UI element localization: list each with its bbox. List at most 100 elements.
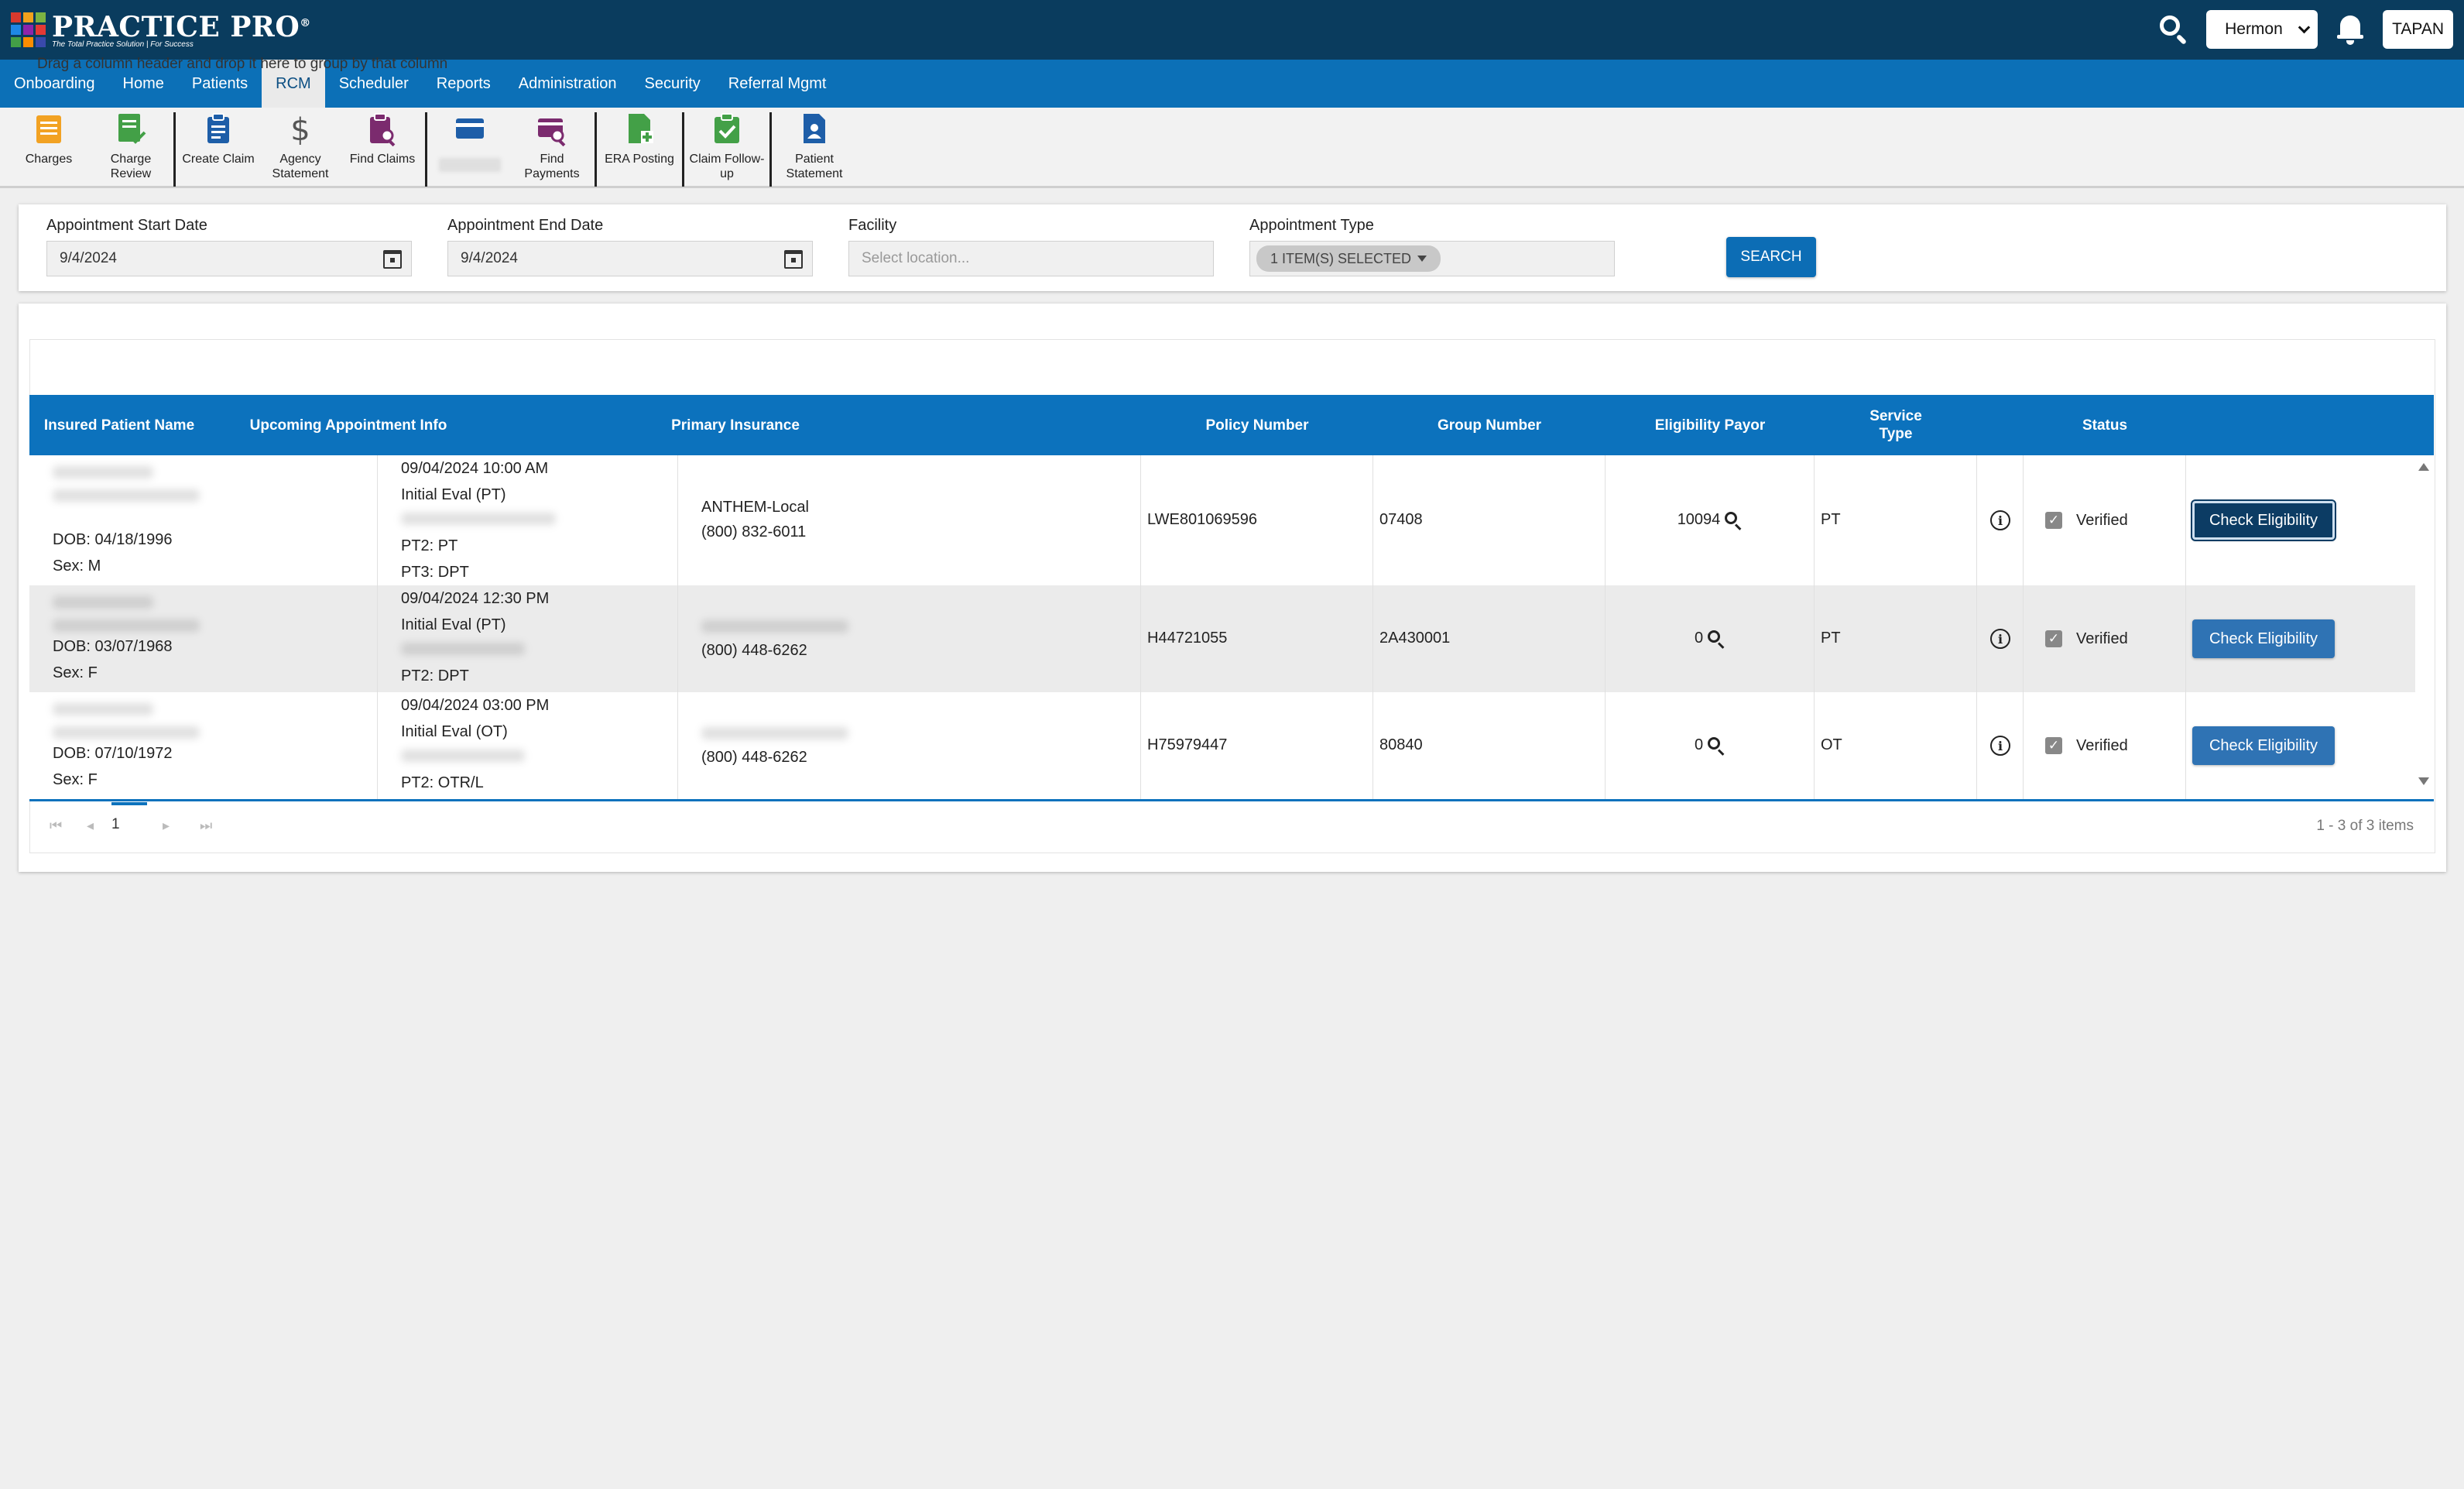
nav-item-administration[interactable]: Administration <box>505 60 631 108</box>
notification-bell-icon[interactable] <box>2335 12 2366 46</box>
table-cell: 09/04/2024 03:00 PM Initial Eval (OT) PT2:… <box>378 692 678 799</box>
last-page-icon[interactable]: ⏭ <box>200 818 212 834</box>
next-page-icon[interactable]: ▸ <box>163 818 170 834</box>
search-button[interactable]: SEARCH <box>1726 237 1816 277</box>
toolbar-separator <box>173 112 176 187</box>
verified-checkbox[interactable]: ✓ <box>2045 630 2062 647</box>
end-date-input[interactable]: 9/4/2024 <box>447 241 813 276</box>
patient-statement-icon <box>799 112 830 152</box>
col-policy[interactable]: Policy Number <box>1141 395 1373 455</box>
toolbar-button-claim-follow-up[interactable]: Claim Follow-up <box>686 112 768 181</box>
facility-input[interactable]: Select location... <box>848 241 1214 276</box>
facility-select[interactable]: Hermon <box>2206 10 2318 49</box>
toolbar-label: ERA Posting <box>605 153 674 166</box>
claim-followup-icon <box>711 112 742 152</box>
scroll-down-arrow[interactable] <box>2418 777 2429 785</box>
toolbar-button-era-posting[interactable]: ERA Posting <box>598 112 680 166</box>
col-patient[interactable]: Insured Patient Name <box>29 395 209 455</box>
toolbar-button-find-payments[interactable]: Find Payments <box>511 112 593 181</box>
info-icon[interactable]: i <box>1990 629 2010 649</box>
info-icon[interactable]: i <box>1990 510 2010 530</box>
chip-label: 1 ITEM(S) SELECTED <box>1270 250 1412 266</box>
col-status[interactable]: Status <box>2024 395 2186 455</box>
table-row[interactable]: DOB: 03/07/1968 Sex: F 09/04/2024 12:30 PM… <box>29 585 2415 692</box>
check-eligibility-button[interactable]: Check Eligibility <box>2191 499 2336 541</box>
appointment-detail-redacted <box>401 513 556 525</box>
nav-item-referral-mgmt[interactable]: Referral Mgmt <box>715 60 841 108</box>
appointment-provider-1: PT2: PT <box>401 537 458 554</box>
verified-checkbox[interactable]: ✓ <box>2045 737 2062 754</box>
prev-page-icon[interactable]: ◂ <box>87 818 94 834</box>
group-by-hint[interactable]: Drag a column header and drop it here to… <box>37 56 447 73</box>
payor-value: 10094 <box>1677 511 1721 528</box>
start-date-input[interactable]: 9/4/2024 <box>46 241 412 276</box>
appointment-type-input[interactable]: 1 ITEM(S) SELECTED <box>1249 241 1615 276</box>
toolbar-button-patient-statement[interactable]: Patient Statement <box>773 112 855 181</box>
logo-square <box>11 25 21 35</box>
status-label: Verified <box>2076 512 2128 529</box>
table-cell: PT <box>1815 455 1977 585</box>
app-logo[interactable]: PRACTICE PRO® The Total Practice Solutio… <box>11 10 311 50</box>
toolbar-label: Patient Statement <box>786 153 843 180</box>
appointment-type-chip[interactable]: 1 ITEM(S) SELECTED <box>1256 245 1441 272</box>
toolbar-button-hidden[interactable] <box>429 112 511 172</box>
table-cell: DOB: 04/18/1996 Sex: M <box>29 455 378 585</box>
col-payor[interactable]: Eligibility Payor <box>1606 395 1815 455</box>
search-icon[interactable] <box>2157 13 2189 46</box>
info-icon[interactable]: i <box>1990 736 2010 756</box>
table-cell: i <box>1977 692 2024 799</box>
calendar-icon[interactable] <box>383 250 402 269</box>
toolbar-label: Charge Review <box>110 153 152 180</box>
insurance-phone: (800) 448-6262 <box>701 749 807 766</box>
search-icon[interactable] <box>1725 511 1742 530</box>
page-number[interactable]: 1 <box>111 816 120 833</box>
first-page-icon[interactable]: ⏮ <box>50 818 62 834</box>
table-cell: 10094 <box>1606 455 1815 585</box>
toolbar-button-charge-review[interactable]: Charge Review <box>90 112 172 181</box>
svg-text:$: $ <box>290 112 310 146</box>
toolbar-button-find-claims[interactable]: Find Claims <box>341 112 423 166</box>
eligibility-payor[interactable]: 10094 <box>1606 511 1814 530</box>
eligibility-payor[interactable]: 0 <box>1606 630 1814 649</box>
patient-detail-redacted <box>53 619 200 632</box>
table-cell: 0 <box>1606 692 1815 799</box>
rcm-toolbar: Charges Charge Review Create Claim $ Agency … <box>0 108 2464 188</box>
table-cell: 09/04/2024 10:00 AM Initial Eval (PT) PT2:… <box>378 455 678 585</box>
card-icon <box>454 112 485 152</box>
check-eligibility-button[interactable]: Check Eligibility <box>2192 726 2335 765</box>
toolbar-label: Claim Follow-up <box>689 153 765 180</box>
toolbar-button-agency-statement[interactable]: $ Agency Statement <box>259 112 341 181</box>
current-page-indicator <box>111 802 147 805</box>
table-cell: ✓ Verified <box>2024 455 2186 585</box>
col-insurance[interactable]: Primary Insurance <box>503 395 968 455</box>
user-menu-button[interactable]: TAPAN <box>2383 10 2453 49</box>
check-eligibility-button[interactable]: Check Eligibility <box>2192 619 2335 658</box>
logo-square <box>36 12 46 22</box>
table-row[interactable]: DOB: 04/18/1996 Sex: M 09/04/2024 10:00 AM… <box>29 455 2415 585</box>
charge-review-icon <box>115 112 146 152</box>
calendar-icon[interactable] <box>784 250 803 269</box>
toolbar-button-create-claim[interactable]: Create Claim <box>177 112 259 166</box>
grid-header: Insured Patient Name Upcoming Appointmen… <box>29 395 2434 455</box>
status-label: Verified <box>2076 630 2128 647</box>
appointment-type: Initial Eval (PT) <box>401 486 506 503</box>
create-claim-icon <box>203 112 234 152</box>
toolbar-separator <box>595 112 597 187</box>
col-appointment[interactable]: Upcoming Appointment Info <box>194 395 503 455</box>
dollar-icon: $ <box>285 112 316 152</box>
search-icon[interactable] <box>1708 736 1725 756</box>
nav-item-security[interactable]: Security <box>631 60 715 108</box>
end-date-value: 9/4/2024 <box>461 250 518 266</box>
col-service[interactable]: Service Type <box>1815 395 1977 455</box>
policy-number: H44721055 <box>1147 630 1228 647</box>
toolbar-button-charges[interactable]: Charges <box>8 112 90 166</box>
table-cell: Check Eligibility <box>2186 455 2415 585</box>
search-icon[interactable] <box>1708 630 1725 649</box>
col-group[interactable]: Group Number <box>1373 395 1606 455</box>
eligibility-payor[interactable]: 0 <box>1606 736 1814 756</box>
table-row[interactable]: DOB: 07/10/1972 Sex: F 09/04/2024 03:00 PM… <box>29 692 2415 799</box>
scroll-up-arrow[interactable] <box>2418 463 2429 471</box>
verified-checkbox[interactable]: ✓ <box>2045 512 2062 529</box>
era-posting-icon <box>624 112 655 152</box>
toolbar-label: Charges <box>25 153 73 166</box>
